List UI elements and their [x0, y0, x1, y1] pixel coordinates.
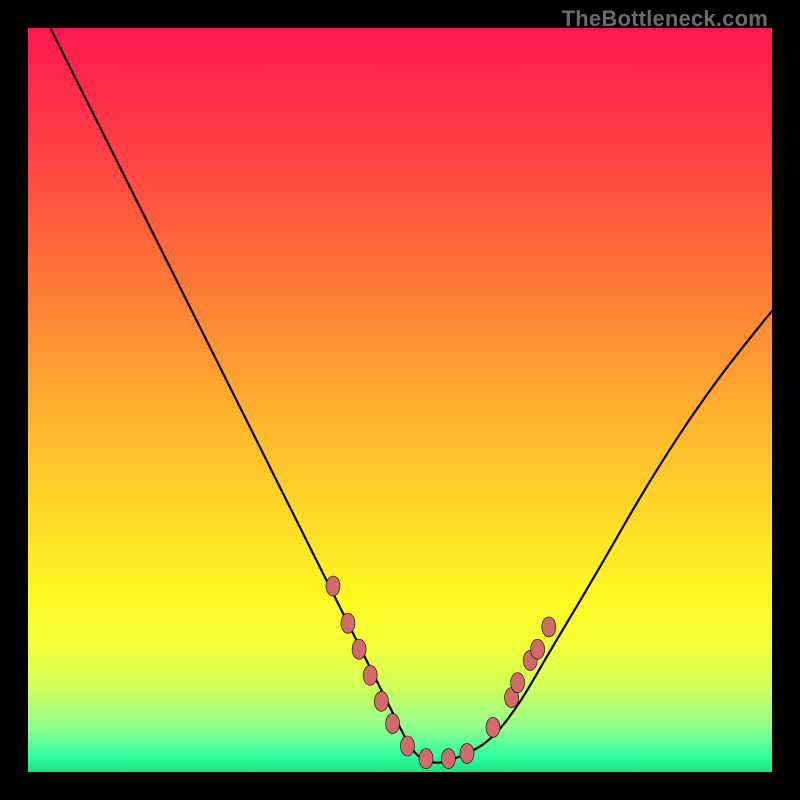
curve-marker [511, 673, 525, 693]
curve-markers [326, 576, 556, 769]
curve-marker [419, 749, 433, 769]
chart-frame: TheBottleneck.com [0, 0, 800, 800]
curve-marker [400, 736, 414, 756]
bottleneck-curve [50, 28, 772, 763]
curve-marker [460, 743, 474, 763]
watermark-text: TheBottleneck.com [562, 6, 768, 32]
plot-area [28, 28, 772, 772]
curve-marker [531, 639, 545, 659]
chart-svg [28, 28, 772, 772]
curve-marker [363, 665, 377, 685]
curve-marker [326, 576, 340, 596]
curve-marker [352, 639, 366, 659]
curve-marker [542, 617, 556, 637]
curve-marker [441, 749, 455, 769]
curve-marker [374, 691, 388, 711]
curve-marker [341, 613, 355, 633]
curve-marker [386, 714, 400, 734]
curve-marker [486, 717, 500, 737]
